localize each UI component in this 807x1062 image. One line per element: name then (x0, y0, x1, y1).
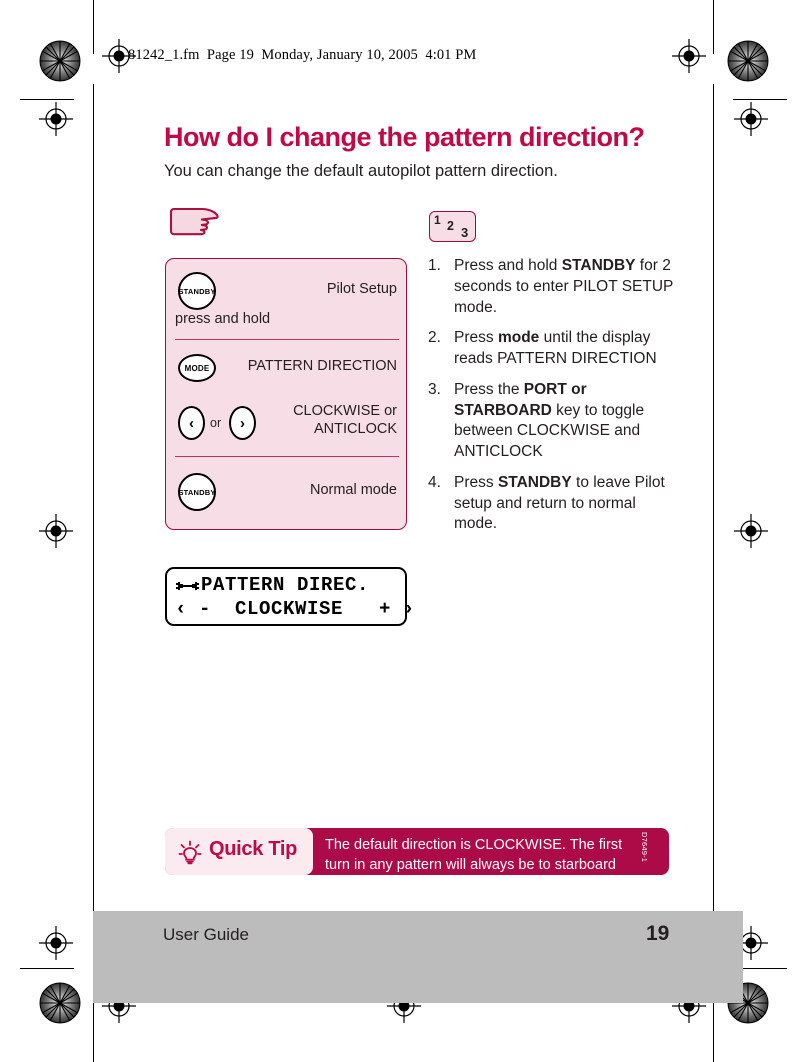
key-label-pattern-direction: PATTERN DIRECTION (247, 358, 397, 374)
step-text-emphasis: STANDBY (561, 257, 636, 274)
instruction-step: 4. Press STANDBY to leave Pilot setup and… (428, 473, 676, 535)
footer-title: User Guide (163, 925, 249, 944)
port-arrow-button[interactable]: ‹ (178, 406, 205, 440)
step-text-fragment: Press (454, 329, 498, 347)
instruction-step: 2. Press mode until the display reads PAT… (428, 328, 676, 370)
step-number: 2. (428, 329, 441, 347)
standby-button-1[interactable]: STANDBY (178, 272, 216, 310)
key-label-pilot-setup: Pilot Setup (326, 281, 397, 297)
page-content: How do I change the pattern direction? Y… (0, 0, 807, 1062)
starboard-arrow-button[interactable]: › (229, 406, 256, 440)
lcd-display: PATTERN DIREC. ‹ - CLOCKWISE + › (165, 567, 414, 626)
quick-tip-doc-code: D7649-1 (640, 832, 649, 863)
steps-icon-digit-3: 3 (461, 225, 469, 240)
footer-page-number: 19 (646, 922, 670, 945)
page-title: How do I change the pattern direction? (164, 122, 645, 152)
panel-divider-2 (175, 456, 399, 458)
pointing-hand-icon (168, 205, 224, 237)
instruction-steps-list: 1. Press and hold STANDBY for 2 seconds t… (428, 256, 676, 545)
step-text: Press and hold STANDBY for 2 seconds to … (454, 257, 673, 316)
step-text: Press mode until the display reads PATTE… (454, 329, 657, 367)
lcd-line-1: PATTERN DIREC. (201, 574, 370, 596)
step-text-emphasis: STANDBY (497, 473, 572, 491)
step-number: 4. (428, 473, 441, 491)
step-text-fragment: Press and hold (454, 257, 562, 274)
step-text: Press the PORT or STARBOARD key to toggl… (454, 381, 644, 460)
key-label-clockwise-line2: ANTICLOCK (314, 421, 397, 437)
instruction-step: 3. Press the PORT or STARBOARD key to tog… (428, 380, 676, 463)
panel-divider-1 (175, 339, 399, 341)
step-number: 3. (428, 380, 441, 398)
wrench-icon (175, 578, 200, 594)
steps-number-icon: 1 2 3 (429, 211, 476, 242)
step-text-fragment: Press the (454, 380, 524, 398)
step-text-fragment: Press (454, 473, 498, 491)
quick-tip-label: Quick Tip (209, 838, 298, 860)
key-sequence-panel: STANDBY Pilot Setup press and hold MODE … (165, 258, 407, 530)
lcd-line-2: ‹ - CLOCKWISE + › (175, 598, 416, 620)
quick-tip-text: The default direction is CLOCKWISE. The … (325, 837, 623, 873)
or-separator-label: or (210, 416, 222, 430)
step-text-emphasis: mode (497, 329, 540, 347)
key-sub-press-and-hold: press and hold (175, 311, 271, 327)
steps-icon-digit-2: 2 (447, 219, 454, 233)
key-label-clockwise-line1: CLOCKWISE or (293, 403, 397, 419)
steps-icon-digit-1: 1 (434, 213, 441, 227)
step-text: Press STANDBY to leave Pilot setup and r… (454, 474, 665, 533)
quick-tip-badge: Quick Tip (165, 828, 313, 875)
key-label-normal-mode: Normal mode (309, 482, 397, 498)
quick-tip-bar: Quick Tip The default direction is CLOCK… (165, 828, 669, 875)
standby-button-2[interactable]: STANDBY (178, 473, 216, 511)
lightbulb-icon (175, 837, 205, 867)
page-intro-text: You can change the default autopilot pat… (164, 162, 558, 180)
mode-button[interactable]: MODE (178, 354, 216, 382)
step-number: 1. (428, 257, 441, 274)
instruction-step: 1. Press and hold STANDBY for 2 seconds t… (428, 256, 676, 318)
